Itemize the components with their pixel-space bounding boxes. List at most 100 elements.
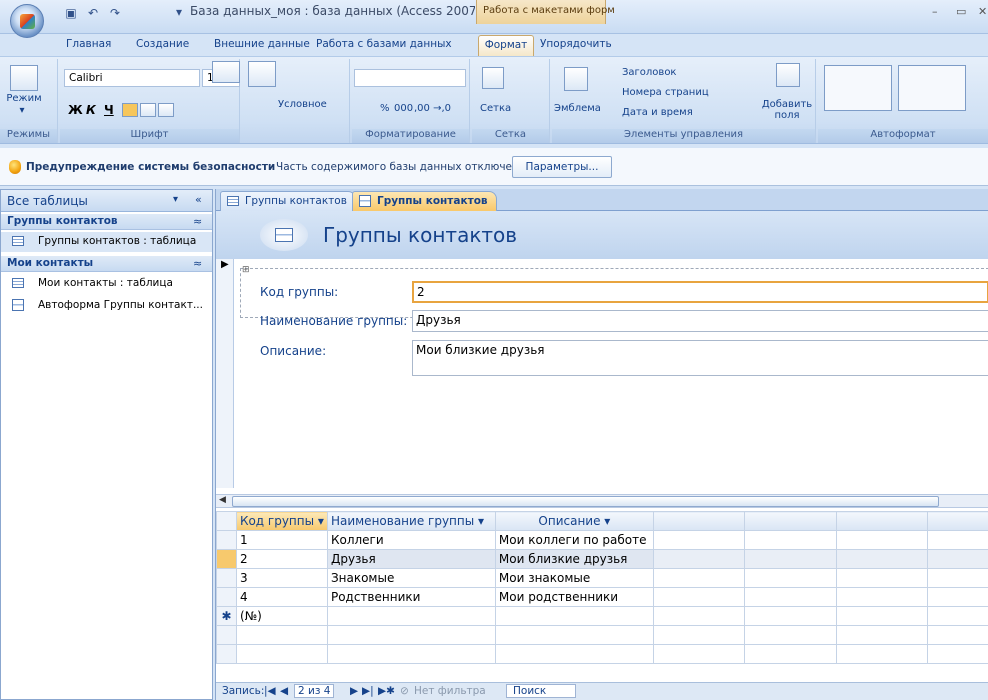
group-conditional: Условное (242, 59, 350, 143)
date-time-button[interactable]: Дата и время (622, 107, 693, 118)
nav-pane-title[interactable]: Все таблицы (7, 194, 88, 208)
conditional-button[interactable]: Условное (278, 99, 327, 110)
restore-button[interactable]: ▭ (956, 5, 966, 18)
cell[interactable]: Мои родственники (494, 587, 654, 607)
new-record-nav-icon[interactable]: ▶✱ (378, 685, 395, 697)
collapse-icon[interactable]: ≈ (193, 257, 202, 270)
tab-arrange[interactable]: Упорядочить (540, 38, 612, 56)
record-selector[interactable]: ▶ (216, 259, 234, 488)
table-row[interactable]: 4 Родственники Мои родственники (216, 587, 988, 607)
cell[interactable]: 3 (235, 568, 328, 588)
table-row-selected[interactable]: 2 Друзья Мои близкие друзья (216, 549, 988, 569)
row-selector[interactable] (216, 587, 237, 607)
cell[interactable]: Друзья (326, 549, 496, 569)
group-formatting: % 000 ,00 →,0 Форматирование (352, 59, 470, 143)
last-record-icon[interactable]: ▶| (362, 685, 374, 697)
group-name-field[interactable]: Друзья (412, 310, 988, 332)
cell[interactable]: Коллеги (326, 530, 496, 550)
filter-icon: ⊘ (400, 685, 409, 697)
nav-group-contact-groups[interactable]: Группы контактов ≈ (1, 214, 212, 230)
record-navigation-bar: Запись: |◀ ◀ 2 из 4 ▶ ▶| ▶✱ ⊘ Нет фильтр… (216, 682, 988, 700)
autoformat-style-1[interactable] (824, 65, 892, 111)
column-header-description[interactable]: Описание ▾ (494, 511, 654, 531)
cell[interactable]: 1 (235, 530, 328, 550)
font-color-icon[interactable] (212, 61, 240, 83)
scrollbar-thumb[interactable] (232, 496, 939, 507)
view-dropdown-icon[interactable]: ▾ (16, 105, 28, 116)
search-field[interactable]: Поиск (506, 684, 576, 698)
empty-column (744, 511, 837, 531)
scroll-left-icon[interactable]: ◀ (219, 495, 226, 505)
new-record-row[interactable]: ✱ (№) (216, 606, 988, 626)
row-selector[interactable] (216, 549, 237, 569)
cell[interactable]: Мои коллеги по работе (494, 530, 654, 550)
cell[interactable]: 4 (235, 587, 328, 607)
undo-icon[interactable]: ↶ (86, 6, 100, 20)
nav-group-label: Мои контакты (7, 257, 94, 269)
layout-move-handle-icon[interactable]: ⊞ (242, 265, 250, 275)
format-select[interactable] (354, 69, 466, 87)
minimize-button[interactable]: – (932, 5, 938, 18)
doc-tab-table[interactable]: Группы контактов (220, 191, 356, 211)
align-left-icon[interactable] (122, 103, 138, 117)
page-numbers-button[interactable]: Номера страниц (622, 87, 709, 98)
autoformat-style-2[interactable] (898, 65, 966, 111)
nav-item-label: Мои контакты : таблица (38, 277, 173, 289)
italic-button[interactable]: К (86, 103, 96, 117)
add-fields-button[interactable]: Добавить поля (758, 99, 816, 121)
tab-create[interactable]: Создание (136, 38, 189, 56)
tab-home[interactable]: Главная (66, 38, 111, 56)
new-record-cell[interactable]: (№) (235, 606, 328, 626)
view-mode-button[interactable]: Режим (4, 93, 44, 104)
office-button[interactable] (10, 4, 44, 38)
nav-collapse-icon[interactable]: « (195, 193, 202, 206)
decimal-button[interactable]: ,00 →,0 (414, 103, 451, 114)
nav-group-my-contacts[interactable]: Мои контакты ≈ (1, 256, 212, 272)
cell[interactable]: Родственники (326, 587, 496, 607)
qat-dropdown-icon[interactable]: ▾ (172, 5, 186, 19)
underline-button[interactable]: Ч (104, 103, 114, 117)
thousands-button[interactable]: 000 (394, 103, 413, 114)
nav-item-contact-groups-table[interactable]: Группы контактов : таблица (1, 232, 212, 252)
nav-item-autoform[interactable]: Автоформа Группы контакт... (1, 296, 212, 316)
tab-external-data[interactable]: Внешние данные (214, 38, 310, 56)
save-icon[interactable]: ▣ (64, 6, 78, 20)
record-position-field[interactable]: 2 из 4 (294, 684, 335, 698)
row-selector[interactable] (216, 530, 237, 550)
close-button[interactable]: ✕ (978, 5, 987, 18)
doc-tab-form[interactable]: Группы контактов (352, 191, 497, 211)
grid-button[interactable]: Сетка (480, 103, 511, 114)
cell[interactable]: 2 (235, 549, 328, 569)
cell[interactable]: Мои близкие друзья (494, 549, 654, 569)
tab-format[interactable]: Формат (478, 35, 534, 56)
next-record-icon[interactable]: ▶ (350, 685, 358, 697)
percent-button[interactable]: % (380, 103, 390, 114)
table-row[interactable]: 1 Коллеги Мои коллеги по работе (216, 530, 988, 550)
column-header-group-code[interactable]: Код группы ▾ (235, 511, 328, 531)
align-right-icon[interactable] (158, 103, 174, 117)
bold-button[interactable]: Ж (68, 103, 83, 117)
align-center-icon[interactable] (140, 103, 156, 117)
description-field[interactable]: Мои близкие друзья (412, 340, 988, 376)
font-name-select[interactable]: Calibri (64, 69, 200, 87)
row-selector[interactable] (216, 568, 237, 588)
cell[interactable]: Знакомые (326, 568, 496, 588)
security-options-button[interactable]: Параметры... (512, 156, 612, 178)
prev-record-icon[interactable]: ◀ (280, 685, 288, 697)
table-row[interactable]: 3 Знакомые Мои знакомые (216, 568, 988, 588)
group-code-field[interactable]: 2 (412, 281, 988, 303)
select-all-cell[interactable] (216, 511, 237, 531)
column-header-group-name[interactable]: Наименование группы ▾ (326, 511, 496, 531)
filter-status[interactable]: Нет фильтра (414, 685, 486, 697)
title-button[interactable]: Заголовок (622, 67, 676, 78)
cell[interactable]: Мои знакомые (494, 568, 654, 588)
redo-icon[interactable]: ↷ (108, 6, 122, 20)
horizontal-scrollbar[interactable]: ◀ (216, 494, 988, 508)
first-record-icon[interactable]: |◀ (264, 685, 276, 697)
nav-dropdown-icon[interactable]: ▾ (173, 194, 178, 205)
nav-item-my-contacts-table[interactable]: Мои контакты : таблица (1, 274, 212, 294)
tab-database-tools[interactable]: Работа с базами данных (316, 38, 452, 56)
ribbon: Режим ▾ Режимы Calibri 11 Ж К Ч Шрифт Ус… (0, 56, 988, 144)
collapse-icon[interactable]: ≈ (193, 215, 202, 228)
logo-button[interactable]: Эмблема (554, 103, 601, 114)
